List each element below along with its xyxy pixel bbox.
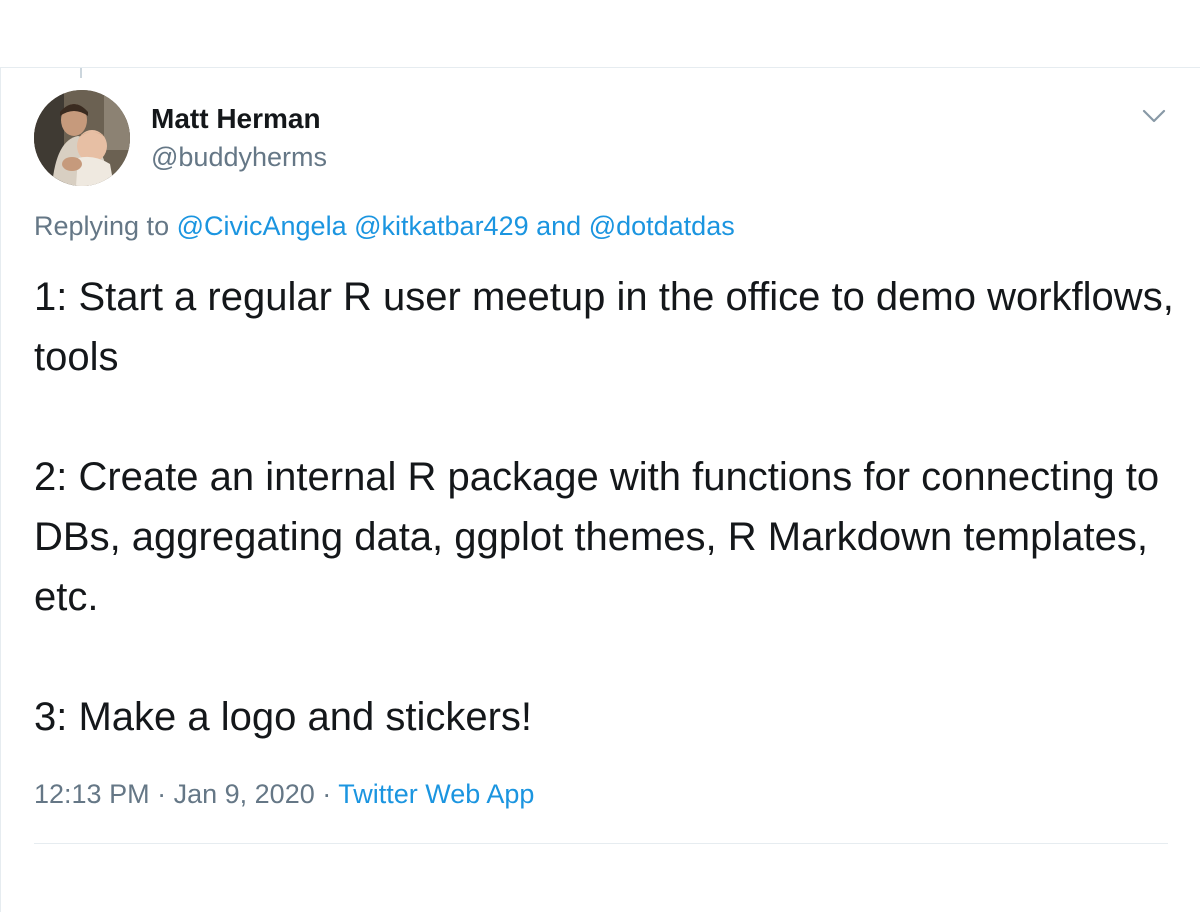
tweet-source-link[interactable]: Twitter Web App bbox=[338, 779, 534, 809]
mention-conjunction: and bbox=[536, 211, 582, 241]
replying-to-line: Replying to @CivicAngela @kitkatbar429 a… bbox=[34, 209, 735, 243]
thread-connector-line bbox=[80, 68, 82, 78]
avatar[interactable] bbox=[34, 90, 130, 186]
mention-link[interactable]: @CivicAngela bbox=[177, 211, 347, 241]
divider bbox=[34, 843, 1168, 844]
meta-separator: · bbox=[157, 779, 167, 809]
tweet-paragraph: 3: Make a logo and stickers! bbox=[34, 695, 533, 739]
tweet-time[interactable]: 12:13 PM bbox=[34, 779, 150, 809]
avatar-photo bbox=[34, 90, 130, 186]
replying-to-label: Replying to bbox=[34, 211, 170, 241]
tweet-options-button[interactable] bbox=[1138, 100, 1170, 132]
chevron-down-icon bbox=[1142, 109, 1166, 123]
tweet-paragraph: 1: Start a regular R user meetup in the … bbox=[34, 275, 1174, 379]
tweet-body: 1: Start a regular R user meetup in the … bbox=[34, 267, 1174, 747]
tweet-date[interactable]: Jan 9, 2020 bbox=[174, 779, 315, 809]
meta-separator: · bbox=[322, 779, 332, 809]
tweet-paragraph: 2: Create an internal R package with fun… bbox=[34, 455, 1160, 619]
author-handle[interactable]: @buddyherms bbox=[151, 141, 327, 173]
mention-link[interactable]: @dotdatdas bbox=[589, 211, 735, 241]
mention-link[interactable]: @kitkatbar429 bbox=[354, 211, 529, 241]
author-name[interactable]: Matt Herman bbox=[151, 102, 321, 136]
tweet-metadata: 12:13 PM · Jan 9, 2020 · Twitter Web App bbox=[34, 777, 534, 811]
